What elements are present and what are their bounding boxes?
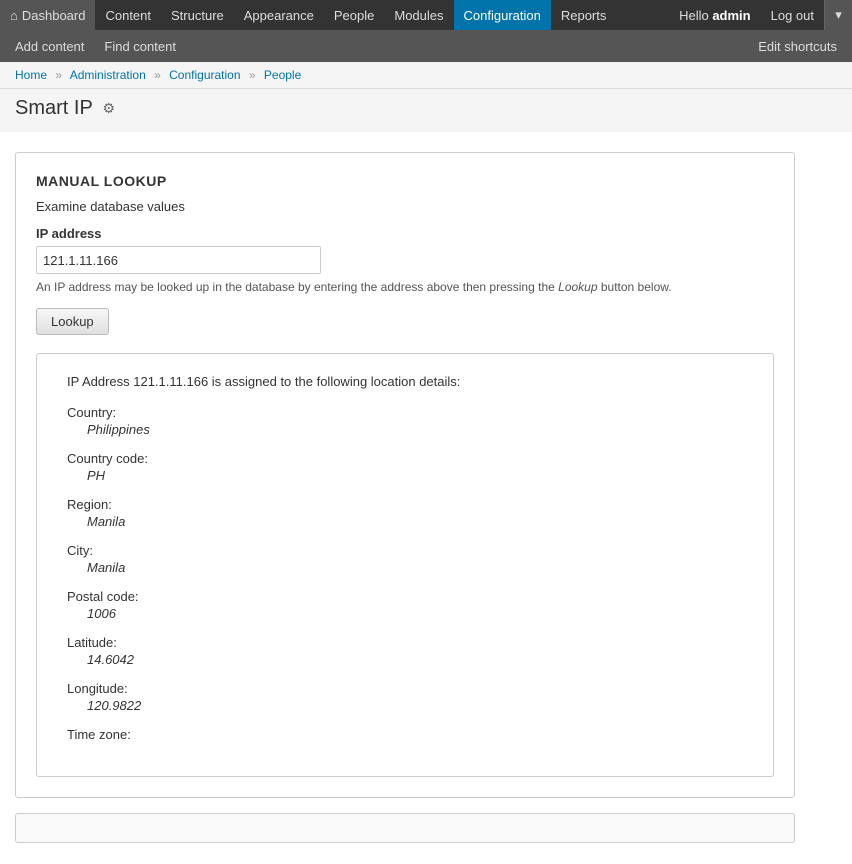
lookup-button[interactable]: Lookup <box>36 308 109 335</box>
appearance-nav-item[interactable]: Appearance <box>234 0 324 30</box>
secondary-nav: Add content Find content Edit shortcuts <box>0 30 852 62</box>
breadcrumb-administration[interactable]: Administration <box>70 68 146 82</box>
longitude-value: 120.9822 <box>67 698 743 713</box>
result-longitude: Longitude: 120.9822 <box>67 681 743 713</box>
modules-nav-item[interactable]: Modules <box>384 0 453 30</box>
breadcrumb-home[interactable]: Home <box>15 68 47 82</box>
structure-nav-item[interactable]: Structure <box>161 0 234 30</box>
ip-label: IP address <box>36 226 774 241</box>
breadcrumb-sep-2: » <box>154 68 161 82</box>
page-title: Smart IP <box>15 97 93 120</box>
gear-icon[interactable]: ⚙ <box>101 101 117 117</box>
timezone-label: Time zone: <box>67 727 743 742</box>
add-content-nav-item[interactable]: Add content <box>5 30 94 62</box>
breadcrumb-sep-1: » <box>55 68 62 82</box>
breadcrumb-configuration[interactable]: Configuration <box>169 68 240 82</box>
home-icon: ⌂ <box>10 8 18 23</box>
home-nav-item[interactable]: ⌂ Dashboard <box>0 0 95 30</box>
result-timezone: Time zone: <box>67 727 743 742</box>
city-label: City: <box>67 543 743 558</box>
ip-address-input[interactable] <box>36 246 321 274</box>
result-postal-code: Postal code: 1006 <box>67 589 743 621</box>
top-nav: ⌂ Dashboard Content Structure Appearance… <box>0 0 852 30</box>
breadcrumb-people[interactable]: People <box>264 68 301 82</box>
latitude-value: 14.6042 <box>67 652 743 667</box>
breadcrumb: Home » Administration » Configuration » … <box>0 62 852 89</box>
find-content-nav-item[interactable]: Find content <box>94 30 186 62</box>
dropdown-arrow-button[interactable]: ▾ <box>824 0 852 30</box>
city-value: Manila <box>67 560 743 575</box>
lookup-description: Examine database values <box>36 199 774 214</box>
latitude-label: Latitude: <box>67 635 743 650</box>
result-latitude: Latitude: 14.6042 <box>67 635 743 667</box>
region-value: Manila <box>67 514 743 529</box>
results-box: IP Address 121.1.11.166 is assigned to t… <box>36 353 774 777</box>
admin-name: admin <box>712 8 750 23</box>
country-value: Philippines <box>67 422 743 437</box>
longitude-label: Longitude: <box>67 681 743 696</box>
result-country-code: Country code: PH <box>67 451 743 483</box>
results-header: IP Address 121.1.11.166 is assigned to t… <box>67 374 743 389</box>
configuration-nav-item[interactable]: Configuration <box>454 0 551 30</box>
top-nav-right: Hello admin Log out ▾ <box>669 0 852 30</box>
dashboard-label: Dashboard <box>22 8 86 23</box>
postal-code-label: Postal code: <box>67 589 743 604</box>
region-label: Region: <box>67 497 743 512</box>
country-code-value: PH <box>67 468 743 483</box>
breadcrumb-sep-3: » <box>249 68 256 82</box>
postal-code-value: 1006 <box>67 606 743 621</box>
country-code-label: Country code: <box>67 451 743 466</box>
hello-text: Hello admin <box>669 0 761 30</box>
country-label: Country: <box>67 405 743 420</box>
bottom-section <box>15 813 795 843</box>
main-content: MANUAL LOOKUP Examine database values IP… <box>0 132 852 863</box>
people-nav-item[interactable]: People <box>324 0 384 30</box>
edit-shortcuts-container: Edit shortcuts <box>748 30 847 62</box>
content-nav-item[interactable]: Content <box>95 0 161 30</box>
manual-lookup-box: MANUAL LOOKUP Examine database values IP… <box>15 152 795 798</box>
result-region: Region: Manila <box>67 497 743 529</box>
edit-shortcuts-link[interactable]: Edit shortcuts <box>748 30 847 62</box>
manual-lookup-heading: MANUAL LOOKUP <box>36 173 774 189</box>
reports-nav-item[interactable]: Reports <box>551 0 617 30</box>
page-title-bar: Smart IP ⚙ <box>0 89 852 132</box>
result-country: Country: Philippines <box>67 405 743 437</box>
help-text: An IP address may be looked up in the da… <box>36 280 774 294</box>
result-city: City: Manila <box>67 543 743 575</box>
logout-button[interactable]: Log out <box>761 0 824 30</box>
